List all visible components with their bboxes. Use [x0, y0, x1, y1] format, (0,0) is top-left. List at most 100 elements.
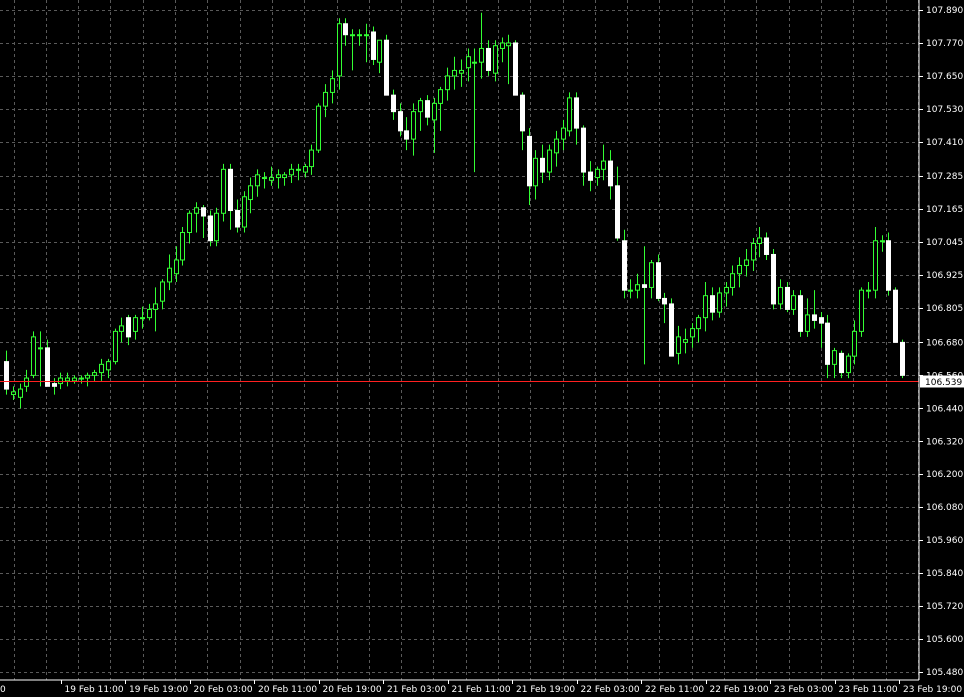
candle-body: [812, 314, 817, 321]
candle-body: [418, 100, 423, 113]
candle-body: [242, 196, 247, 228]
candle-body: [391, 94, 396, 113]
candle-body: [330, 78, 335, 93]
candle-body: [642, 284, 647, 288]
candle-body: [493, 45, 498, 74]
candle-body: [656, 262, 661, 299]
candle-body: [303, 166, 308, 173]
candle-body: [133, 317, 138, 332]
candle-body: [859, 289, 864, 332]
candle-body: [717, 292, 722, 313]
price-tick-label: 107.045: [926, 238, 963, 248]
candle-body: [160, 281, 165, 302]
candle-body: [364, 34, 369, 37]
time-tick-label: 23 Feb 19:00: [903, 685, 962, 695]
candle-body: [690, 328, 695, 338]
candle-body: [438, 89, 443, 104]
price-tick-label: 105.480: [926, 668, 963, 678]
candle-body: [72, 377, 77, 382]
candle-body: [255, 174, 260, 187]
candle-body: [180, 231, 185, 261]
candle-body: [119, 325, 124, 332]
candle-body: [724, 286, 729, 294]
candle-body: [873, 240, 878, 291]
candle-body: [791, 295, 796, 310]
candle: [886, 232, 891, 296]
time-tick-label: 21 Feb 11:00: [452, 685, 511, 695]
time-tick-label: 19 Feb 19:00: [129, 685, 188, 695]
candle-body: [866, 289, 871, 292]
candle-body: [567, 97, 572, 132]
time-tick-label: 20 Feb 19:00: [323, 685, 382, 695]
candle: [798, 290, 803, 337]
candle-body: [174, 259, 179, 275]
price-tick-label: 107.890: [926, 6, 963, 16]
candle-body: [696, 317, 701, 330]
candle-body: [289, 168, 294, 176]
candle-body: [574, 97, 579, 129]
candle-body: [635, 284, 640, 291]
time-tick-label: 19 Feb 11:00: [65, 685, 124, 695]
time-tick-label: 23 Feb 03:00: [774, 685, 833, 695]
price-tick-label: 105.960: [926, 536, 963, 546]
candle-body: [880, 240, 885, 243]
candle: [513, 40, 518, 96]
candle-body: [819, 317, 824, 324]
candle-body: [357, 34, 362, 37]
chart-background: [0, 0, 964, 697]
candle-body: [479, 47, 484, 63]
time-tick-label: 22 Feb 03:00: [581, 685, 640, 695]
candle-body: [194, 207, 199, 214]
candle-body: [513, 42, 518, 96]
candle-body: [445, 75, 450, 91]
candle-body: [187, 212, 192, 233]
candle-body: [669, 303, 674, 357]
candle-body: [628, 289, 633, 292]
candle-body: [472, 61, 477, 64]
candle-body: [710, 295, 715, 313]
candle-body: [113, 330, 118, 363]
candle-body: [106, 361, 111, 371]
candle: [371, 26, 376, 65]
candle-body: [662, 297, 667, 305]
candle-body: [140, 317, 145, 320]
candle: [31, 331, 36, 379]
candle-body: [506, 42, 511, 47]
candle-body: [852, 330, 857, 357]
candle-body: [201, 207, 206, 217]
price-tick-label: 106.320: [926, 437, 963, 447]
candle-body: [262, 177, 267, 180]
candle-body: [323, 91, 328, 107]
time-tick-label: 20 Feb 11:00: [258, 685, 317, 695]
candle-body: [377, 39, 382, 63]
candle-body: [608, 160, 613, 187]
candle-body: [798, 295, 803, 332]
candle-body: [622, 240, 627, 291]
time-tick-label: 23 Feb 11:00: [839, 685, 898, 695]
candle-body: [214, 212, 219, 242]
candle-body: [343, 23, 348, 36]
candle: [242, 191, 247, 233]
candle-body: [31, 336, 36, 376]
candle-body: [900, 341, 905, 376]
candle: [893, 287, 898, 343]
candle-body: [533, 157, 538, 187]
candle: [316, 103, 321, 153]
current-price-label: 106.539: [920, 375, 964, 388]
candle-body: [595, 168, 600, 179]
candle-body: [58, 377, 63, 385]
price-tick-label: 105.840: [926, 569, 963, 579]
candle-body: [167, 267, 172, 283]
price-chart[interactable]: 107.890 107.770 107.650 107.530 107.410 107.2…: [0, 0, 964, 697]
candle-body: [886, 240, 891, 291]
candle-body: [547, 149, 552, 173]
price-tick-label: 106.080: [926, 503, 963, 513]
candle-body: [785, 286, 790, 310]
candle: [567, 92, 572, 137]
candle-body: [45, 347, 50, 387]
candle-body: [432, 102, 437, 121]
candle-body: [751, 242, 756, 261]
candle-body: [649, 262, 654, 288]
candle: [859, 287, 864, 337]
candle-body: [221, 168, 226, 214]
